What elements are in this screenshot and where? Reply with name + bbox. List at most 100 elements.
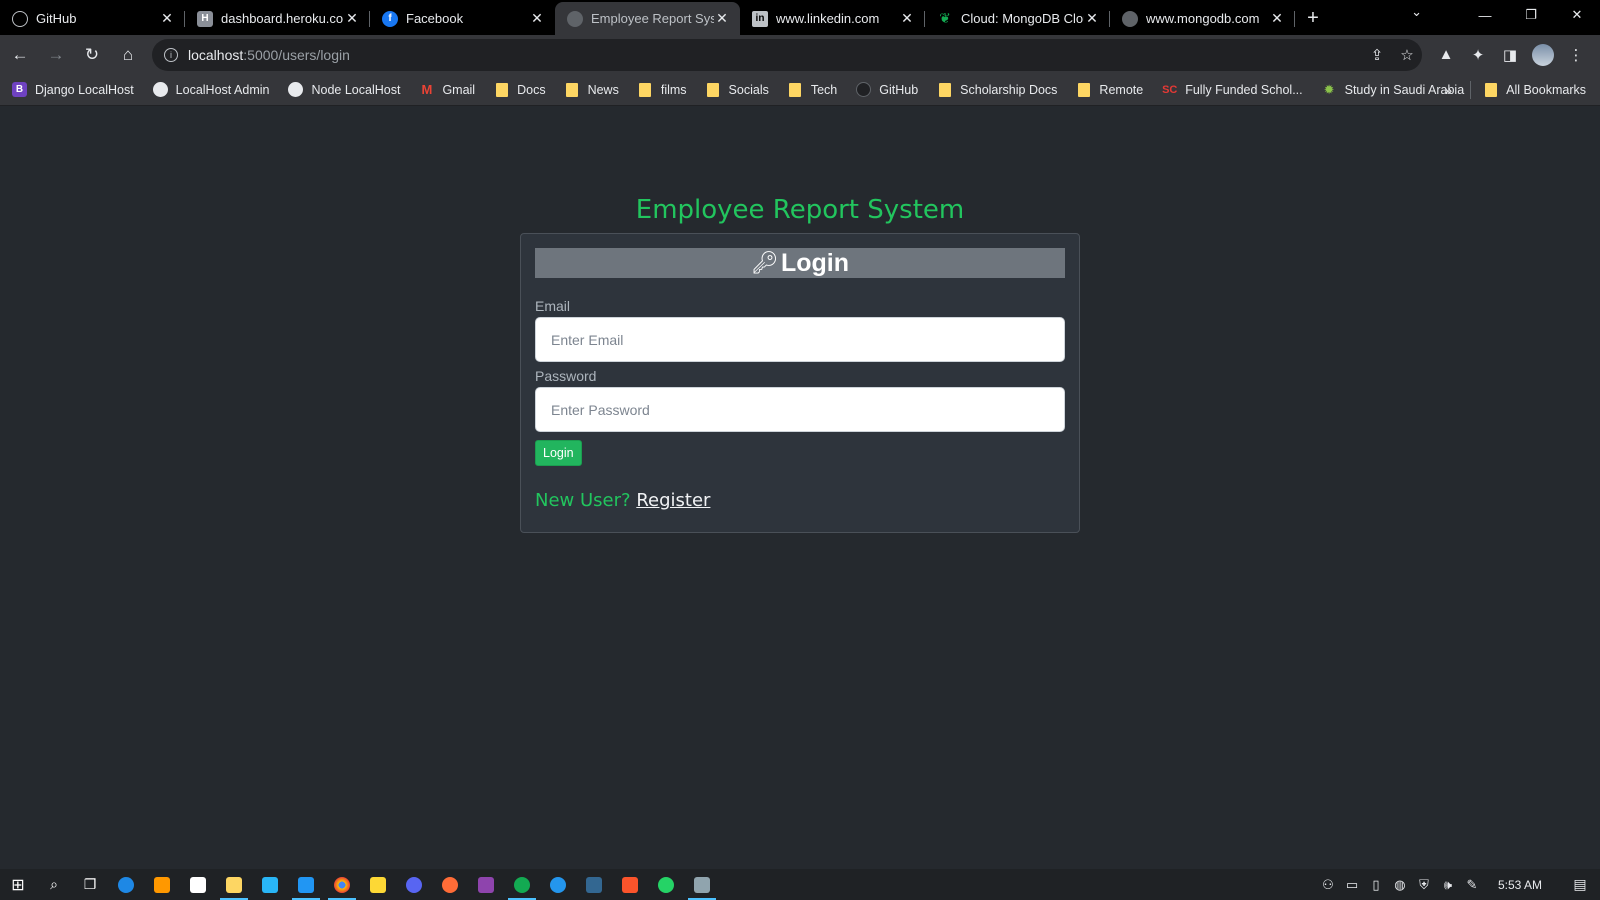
bookmark-folder[interactable]: Socials [706, 82, 769, 97]
heroku-icon: H [197, 10, 213, 27]
network-app-icon[interactable] [684, 869, 720, 900]
close-icon[interactable]: ✕ [714, 10, 730, 27]
all-bookmarks-label[interactable]: All Bookmarks [1506, 83, 1586, 97]
close-icon[interactable]: ✕ [529, 10, 545, 27]
tab-heroku[interactable]: H dashboard.heroku.com ✕ [185, 2, 370, 35]
tab-search-icon[interactable]: ⌄ [1411, 4, 1422, 20]
restore-icon[interactable]: ❐ [1508, 0, 1554, 30]
task-view-icon[interactable]: ❐ [72, 869, 108, 900]
tab-mongodb-cloud[interactable]: ❦ Cloud: MongoDB Clou ✕ [925, 2, 1110, 35]
card-title: Login [780, 248, 849, 277]
windows-start-icon[interactable]: ⊞ [0, 869, 36, 900]
linkedin-icon: in [752, 10, 768, 27]
search-icon[interactable]: ⌕ [36, 869, 72, 900]
more-bookmarks-icon[interactable]: » [1444, 82, 1452, 98]
m-app-icon[interactable] [468, 869, 504, 900]
bookmark-folder[interactable]: Scholarship Docs [937, 82, 1057, 97]
minimize-icon[interactable]: — [1462, 0, 1508, 30]
tab-facebook[interactable]: f Facebook ✕ [370, 2, 555, 35]
store-icon[interactable] [180, 869, 216, 900]
bookmark-item[interactable]: SC Fully Funded Schol... [1162, 82, 1303, 97]
tab-title: dashboard.heroku.com [221, 11, 344, 26]
tab-title: Employee Report Syste [591, 11, 714, 26]
tab-divider [1294, 11, 1295, 27]
mail-icon[interactable] [252, 869, 288, 900]
chrome-icon[interactable] [324, 869, 360, 900]
home-icon[interactable]: ⌂ [112, 39, 144, 71]
badge-icon: ✹ [1323, 81, 1335, 97]
bookmark-folder[interactable]: News [565, 82, 619, 97]
tab-linkedin[interactable]: in www.linkedin.com ✕ [740, 2, 925, 35]
new-user-prompt: New User? Register [535, 490, 1065, 511]
network-globe-icon[interactable]: ◍ [1388, 877, 1412, 893]
whatsapp-icon[interactable] [648, 869, 684, 900]
address-bar[interactable]: i localhost:5000/users/login ⇪ ☆ [152, 38, 1422, 71]
docker-icon[interactable] [540, 869, 576, 900]
bookmark-folder[interactable]: films [638, 82, 687, 97]
edge-icon[interactable] [108, 869, 144, 900]
postman-icon[interactable] [432, 869, 468, 900]
close-icon[interactable]: ✕ [159, 10, 175, 27]
tab-title: GitHub [36, 11, 77, 26]
site-info-icon[interactable]: i [164, 47, 178, 62]
people-icon[interactable]: ⚇ [1316, 877, 1340, 893]
bookmark-label: Scholarship Docs [960, 82, 1058, 97]
login-button[interactable]: Login [535, 440, 582, 466]
brave-icon[interactable] [612, 869, 648, 900]
volume-icon[interactable]: 🕪︎ [1436, 877, 1460, 893]
bookmark-label: Django LocalHost [35, 82, 134, 97]
close-icon[interactable]: ✕ [1084, 10, 1100, 27]
battery-icon[interactable]: ▭ [1340, 877, 1364, 893]
window-close-icon[interactable]: ✕ [1554, 0, 1600, 30]
file-explorer-icon[interactable] [216, 869, 252, 900]
postgres-icon[interactable] [576, 869, 612, 900]
close-icon[interactable]: ✕ [344, 10, 360, 27]
folder-icon [1076, 82, 1091, 97]
share-icon[interactable]: ⇪ [1362, 46, 1392, 64]
sticky-notes-icon[interactable] [360, 869, 396, 900]
reload-icon[interactable]: ↻ [76, 39, 108, 71]
security-shield-icon[interactable]: ⛨ [1412, 877, 1436, 893]
system-tray: ⚇ ▭ ▯ ◍ ⛨ 🕪︎ ✎ 5:53 AM ▤ [1316, 869, 1600, 900]
tablet-icon[interactable]: ▯ [1364, 877, 1388, 893]
bookmark-folder[interactable]: Docs [494, 82, 546, 97]
bookmark-item[interactable]: ✹ Study in Saudi Arabia [1322, 81, 1464, 97]
password-field[interactable] [535, 387, 1065, 432]
puzzle-icon[interactable]: ✦ [1462, 46, 1494, 64]
discord-icon[interactable] [396, 869, 432, 900]
bookmark-label: News [587, 82, 619, 97]
taskbar-clock[interactable]: 5:53 AM [1498, 878, 1542, 892]
email-field[interactable] [535, 317, 1065, 362]
bookmark-folder[interactable]: Remote [1076, 82, 1143, 97]
bookmark-item[interactable]: Node LocalHost [288, 82, 400, 97]
extension-icon[interactable]: ▲ [1430, 46, 1462, 63]
close-icon[interactable]: ✕ [899, 10, 915, 27]
bookmark-item[interactable]: M Gmail [419, 82, 476, 97]
menu-icon[interactable]: ⋮ [1560, 46, 1592, 64]
tab-strip: GitHub ✕ H dashboard.heroku.com ✕ f Face… [0, 0, 1600, 35]
mongodb-compass-icon[interactable] [504, 869, 540, 900]
bookmark-item[interactable]: B Django LocalHost [12, 82, 134, 97]
url-host: localhost [188, 46, 244, 63]
profile-avatar[interactable] [1532, 43, 1554, 66]
pen-icon[interactable]: ✎ [1460, 877, 1484, 893]
register-link[interactable]: Register [636, 490, 710, 511]
bookmark-folder[interactable]: Tech [788, 82, 837, 97]
back-icon[interactable]: ← [4, 39, 36, 71]
side-panel-icon[interactable]: ◨ [1494, 46, 1526, 64]
bookmark-star-icon[interactable]: ☆ [1392, 46, 1422, 64]
notification-icon[interactable]: ▤ [1560, 876, 1600, 893]
forward-icon[interactable]: → [40, 39, 72, 71]
tab-mongodb[interactable]: www.mongodb.com ✕ [1110, 2, 1295, 35]
browser-toolbar: ← → ↻ ⌂ i localhost:5000/users/login ⇪ ☆… [0, 35, 1600, 74]
new-tab-button[interactable]: + [1295, 2, 1331, 35]
sublime-icon[interactable] [144, 869, 180, 900]
bookmark-label: Gmail [442, 82, 476, 97]
window-controls: — ❐ ✕ [1462, 0, 1600, 30]
vscode-icon[interactable] [288, 869, 324, 900]
tab-employee-report[interactable]: Employee Report Syste ✕ [555, 2, 740, 35]
close-icon[interactable]: ✕ [1269, 10, 1285, 27]
tab-github[interactable]: GitHub ✕ [0, 2, 185, 35]
bookmark-item[interactable]: LocalHost Admin [152, 82, 269, 97]
bookmark-item[interactable]: GitHub [856, 82, 918, 97]
